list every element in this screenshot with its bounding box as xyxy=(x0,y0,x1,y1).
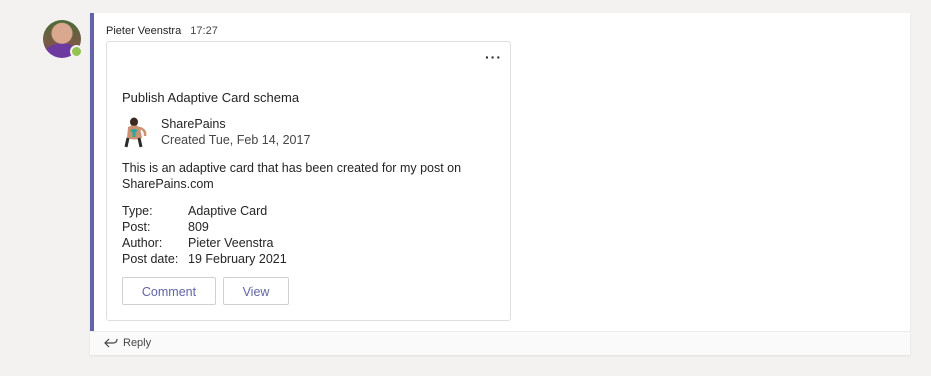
fact-value: 19 February 2021 xyxy=(188,252,287,266)
card-description: This is an adaptive card that has been c… xyxy=(122,161,462,191)
comment-button[interactable]: Comment xyxy=(122,277,216,305)
message-author: Pieter Veenstra xyxy=(106,25,182,37)
brand-created-date: Created Tue, Feb 14, 2017 xyxy=(161,133,311,147)
more-options-icon[interactable]: ··· xyxy=(485,50,502,64)
reply-bar[interactable]: Reply xyxy=(90,331,910,355)
reply-button[interactable]: Reply xyxy=(123,337,151,349)
fact-key: Post: xyxy=(122,220,151,234)
view-button[interactable]: View xyxy=(223,277,289,305)
fact-key: Type: xyxy=(122,204,153,218)
person-back-icon xyxy=(124,117,147,148)
fact-row: Type: Adaptive Card xyxy=(122,203,287,219)
fact-key: Post date: xyxy=(122,252,179,266)
fact-value: Pieter Veenstra xyxy=(188,236,274,250)
fact-row: Post date: 19 February 2021 xyxy=(122,251,287,267)
message-header: Pieter Veenstra 17:27 xyxy=(106,25,218,37)
chat-thread: Pieter Veenstra 17:27 ··· Publish Adapti… xyxy=(0,0,931,376)
avatar[interactable] xyxy=(43,20,83,58)
brand-name: SharePains xyxy=(161,117,226,131)
message-container: Pieter Veenstra 17:27 ··· Publish Adapti… xyxy=(90,13,910,331)
fact-set: Type: Adaptive Card Post: 809 Author: Pi… xyxy=(122,203,287,267)
message-timestamp: 17:27 xyxy=(190,25,218,37)
fact-key: Author: xyxy=(122,236,163,250)
adaptive-card: ··· Publish Adaptive Card schema SharePa… xyxy=(106,41,511,321)
card-title: Publish Adaptive Card schema xyxy=(122,90,300,105)
fact-row: Post: 809 xyxy=(122,219,287,235)
fact-value: 809 xyxy=(188,220,209,234)
presence-available-icon xyxy=(70,45,83,58)
reply-icon xyxy=(104,338,118,348)
fact-value: Adaptive Card xyxy=(188,204,268,218)
fact-row: Author: Pieter Veenstra xyxy=(122,235,287,251)
